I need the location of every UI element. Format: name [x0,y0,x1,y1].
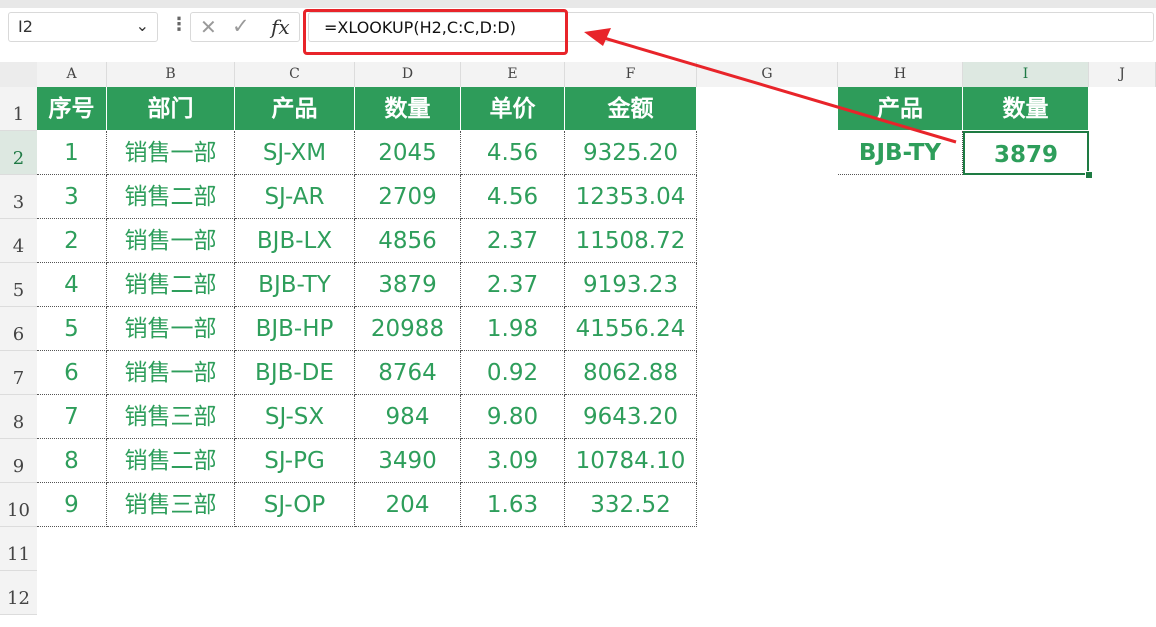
table-cell[interactable]: SJ-SX [235,395,355,439]
select-all-corner[interactable] [0,62,37,87]
table-cell[interactable]: SJ-PG [235,439,355,483]
table-cell[interactable]: 4856 [355,219,461,263]
formula-highlight-box [303,9,568,55]
table-cell[interactable]: 销售三部 [107,483,235,527]
column-header-e[interactable]: E [461,62,565,87]
row-header-11[interactable]: 11 [0,527,37,571]
row-header-12[interactable]: 12 [0,571,37,615]
table-cell[interactable]: 2.37 [461,263,565,307]
table-cell[interactable]: 7 [37,395,107,439]
lookup-header-cell[interactable]: 数量 [963,87,1089,131]
table-cell[interactable]: 8764 [355,351,461,395]
table-header-cell[interactable]: 产品 [235,87,355,131]
table-cell[interactable]: 3879 [355,263,461,307]
fill-handle[interactable] [1085,171,1093,179]
row-header-9[interactable]: 9 [0,439,37,483]
table-header-cell[interactable]: 序号 [37,87,107,131]
vertical-dots-icon[interactable]: ⋮ [170,14,188,35]
lookup-product-cell[interactable]: BJB-TY [838,131,963,175]
table-cell[interactable]: 984 [355,395,461,439]
row-header-6[interactable]: 6 [0,307,37,351]
table-cell[interactable]: 2 [37,219,107,263]
table-cell[interactable]: BJB-DE [235,351,355,395]
column-header-h[interactable]: H [838,62,963,87]
column-header-b[interactable]: B [107,62,235,87]
column-header-j[interactable]: J [1089,62,1156,87]
lookup-header-cell[interactable]: 产品 [838,87,963,131]
close-icon[interactable]: ✕ [200,15,217,39]
table-cell[interactable]: 9643.20 [565,395,697,439]
column-header-g[interactable]: G [697,62,838,87]
table-cell[interactable]: 9 [37,483,107,527]
row-header-8[interactable]: 8 [0,395,37,439]
row-header-10[interactable]: 10 [0,483,37,527]
table-cell[interactable]: 332.52 [565,483,697,527]
table-cell[interactable]: SJ-OP [235,483,355,527]
table-header-cell[interactable]: 单价 [461,87,565,131]
row-header-2[interactable]: 2 [0,131,37,175]
table-cell[interactable]: 1.63 [461,483,565,527]
formula-buttons: ✕ ✓ fx [190,12,300,42]
table-cell[interactable]: 0.92 [461,351,565,395]
table-cell[interactable]: 5 [37,307,107,351]
table-cell[interactable]: 销售一部 [107,307,235,351]
table-cell[interactable]: 销售三部 [107,395,235,439]
table-cell[interactable]: 8 [37,439,107,483]
table-header-cell[interactable]: 数量 [355,87,461,131]
column-header-a[interactable]: A [37,62,107,87]
table-cell[interactable]: 2.37 [461,219,565,263]
table-cell[interactable]: 4.56 [461,131,565,175]
table-cell[interactable]: SJ-XM [235,131,355,175]
chevron-down-icon[interactable]: ⌄ [136,16,149,35]
table-cell[interactable]: 3490 [355,439,461,483]
checkmark-icon[interactable]: ✓ [232,14,250,38]
column-header-i[interactable]: I [963,62,1089,87]
row-header-3[interactable]: 3 [0,175,37,219]
table-cell[interactable]: 20988 [355,307,461,351]
row-header-5[interactable]: 5 [0,263,37,307]
table-cell[interactable]: 6 [37,351,107,395]
table-cell[interactable]: 9193.23 [565,263,697,307]
table-cell[interactable]: 2709 [355,175,461,219]
column-header-d[interactable]: D [355,62,461,87]
table-cell[interactable]: 12353.04 [565,175,697,219]
table-cell[interactable]: 销售二部 [107,175,235,219]
table-cell[interactable]: SJ-AR [235,175,355,219]
table-cell[interactable]: 10784.10 [565,439,697,483]
name-box[interactable]: I2 ⌄ [8,12,158,42]
name-box-value: I2 [18,17,33,36]
column-header-f[interactable]: F [565,62,697,87]
fx-icon[interactable]: fx [271,15,290,39]
table-cell[interactable]: BJB-TY [235,263,355,307]
table-cell[interactable]: 9325.20 [565,131,697,175]
table-cell[interactable]: 销售二部 [107,439,235,483]
row-header-4[interactable]: 4 [0,219,37,263]
table-cell[interactable]: 41556.24 [565,307,697,351]
row-header-7[interactable]: 7 [0,351,37,395]
table-cell[interactable]: 8062.88 [565,351,697,395]
table-cell[interactable]: 9.80 [461,395,565,439]
column-header-c[interactable]: C [235,62,355,87]
table-cell[interactable]: 销售一部 [107,219,235,263]
table-cell[interactable]: BJB-LX [235,219,355,263]
window-top-strip [0,0,1156,8]
table-cell[interactable]: 1.98 [461,307,565,351]
table-cell[interactable]: 销售二部 [107,263,235,307]
row-header-1[interactable]: 1 [0,87,37,131]
table-cell[interactable]: 销售一部 [107,131,235,175]
table-cell[interactable]: 1 [37,131,107,175]
table-cell[interactable]: 11508.72 [565,219,697,263]
table-cell[interactable]: 3.09 [461,439,565,483]
table-cell[interactable]: 3 [37,175,107,219]
table-cell[interactable]: 销售一部 [107,351,235,395]
table-cell[interactable]: 2045 [355,131,461,175]
table-cell[interactable]: 204 [355,483,461,527]
table-cell[interactable]: 4.56 [461,175,565,219]
table-header-cell[interactable]: 金额 [565,87,697,131]
table-cell[interactable]: BJB-HP [235,307,355,351]
table-header-cell[interactable]: 部门 [107,87,235,131]
lookup-result-cell[interactable]: 3879 [963,131,1089,175]
table-cell[interactable]: 4 [37,263,107,307]
